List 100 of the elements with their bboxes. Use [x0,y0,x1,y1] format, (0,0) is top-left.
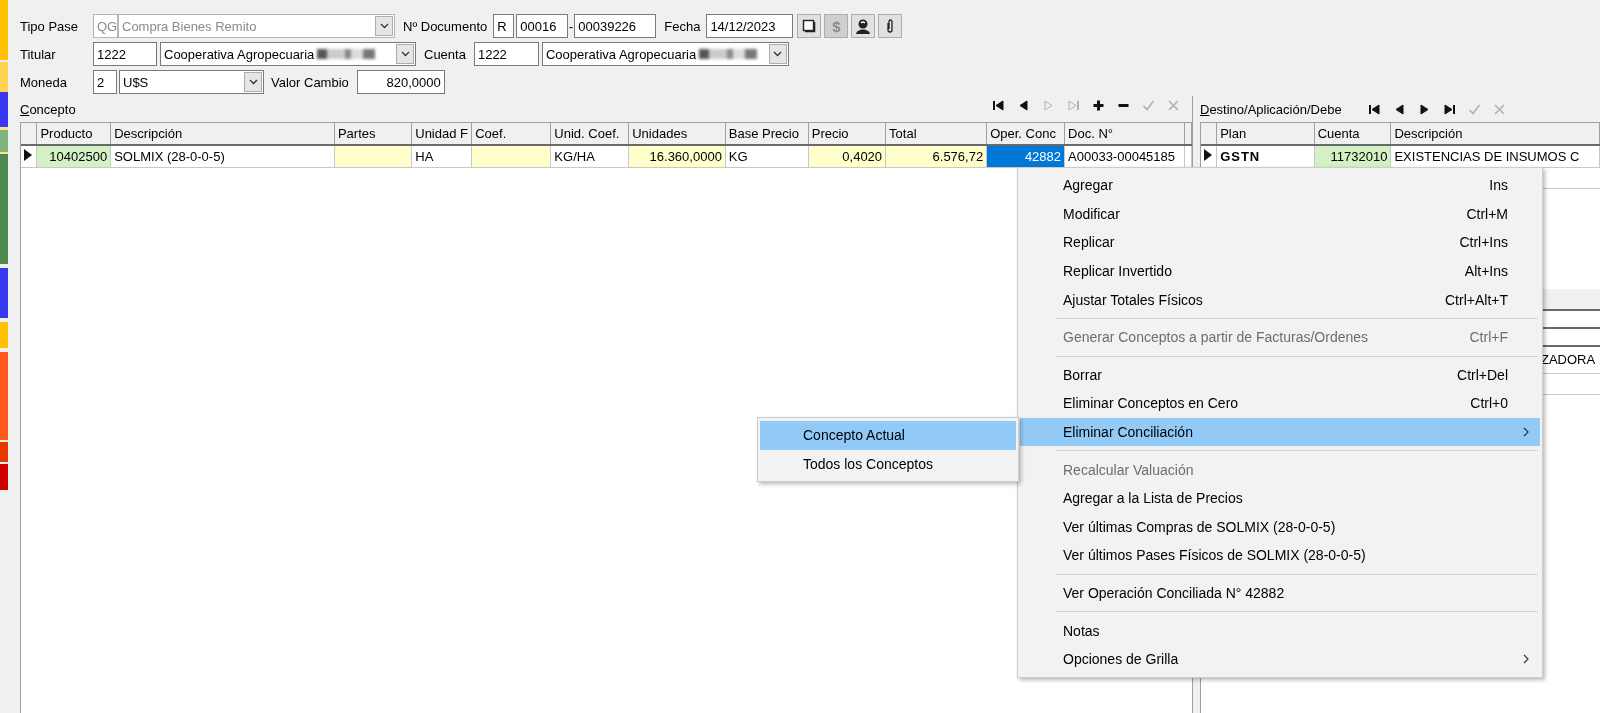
person-icon [855,18,872,34]
column-header[interactable]: Unid. Coef. [550,123,629,145]
menu-item-label: Modificar [1063,205,1120,222]
page-button[interactable] [797,14,822,38]
menu-item[interactable]: Concepto Actual [760,421,1016,450]
attachment-button[interactable] [878,14,903,38]
page-icon [802,19,817,33]
section-title: Destino/Aplicación/Debe [1200,101,1342,117]
dropdown-chevron-icon [248,79,258,85]
menu-item-label: Replicar Invertido [1063,263,1172,280]
menu-item[interactable]: Ver últimas Compras de SOLMIX (28-0-0-5) [1020,512,1540,542]
add-icon[interactable] [1092,98,1105,112]
table-cell: SOLMIX (28-0-0-5) [110,145,335,167]
previous-record-icon[interactable] [1017,98,1030,112]
input-field[interactable]: 1222 [93,42,157,66]
menu-item[interactable]: Todos los Conceptos [760,449,1016,479]
table-cell: KG/HA [550,145,629,167]
column-header[interactable]: Producto [36,123,111,145]
shortcut-text: Ctrl+0 [1469,395,1508,412]
field-label: Titular [20,46,57,62]
field-label: Fecha [664,18,701,34]
field-label: Cuenta [424,46,466,62]
shortcut-text: Alt+Ins [1463,263,1508,280]
field-label: Nº Documento [403,18,488,34]
menu-item-label: Opciones de Grilla [1063,651,1179,668]
column-header[interactable]: Unidad F [411,123,472,145]
section-title: Concepto [20,101,76,117]
column-header[interactable]: Descripción [110,123,335,145]
column-header[interactable]: Partes [334,123,412,145]
menu-item[interactable]: Eliminar Conciliación [1020,417,1540,447]
menu-item-label: Ver últimos Pases Físicos de SOLMIX (28-0-0-5) [1063,547,1366,564]
column-header[interactable]: Doc. N° [1064,123,1185,145]
menu-item-label: Ver Operación Conciliada N° 42882 [1063,585,1285,601]
menu-item-label: Todos los Conceptos [803,455,933,472]
person-button[interactable] [851,14,876,38]
input-field[interactable]: 2 [93,70,117,94]
menu-item[interactable]: Opciones de Grilla [1020,644,1540,674]
menu-item-label: Notas [1063,622,1100,639]
column-header[interactable]: Coef. [471,123,551,145]
shortcut-text: Ctrl+Alt+T [1444,291,1508,308]
menu-item-label: Generar Conceptos a partir de Facturas/Ordenes [1063,329,1369,346]
menu-item[interactable]: Eliminar Conceptos en Cero Ctrl+0 [1020,389,1540,418]
column-header[interactable]: Descripción [1390,123,1600,145]
last-record-icon[interactable] [1442,102,1456,116]
input-field[interactable]: 1222 [473,42,539,66]
dropdown[interactable]: U$S [119,70,264,94]
column-header[interactable]: Unidades [628,123,726,145]
menu-item-label: Agregar [1063,177,1113,194]
menu-item[interactable]: Replicar Invertido Alt+Ins [1020,256,1540,286]
menu-item-label: Replicar [1063,234,1115,251]
column-header[interactable]: Precio [808,123,886,145]
menu-item[interactable]: Borrar Ctrl+Del [1020,360,1540,390]
menu-item[interactable]: Replicar Ctrl+Ins [1020,228,1540,257]
input-field[interactable]: 00039226 [574,14,657,38]
shortcut-text: Ctrl+M [1465,205,1508,222]
menu-item-label: Ajustar Totales Físicos [1063,291,1203,308]
column-header[interactable]: Oper. Conc [986,123,1065,145]
menu-item[interactable]: Ajustar Totales Físicos Ctrl+Alt+T [1020,285,1540,314]
input-field[interactable]: 820,0000 [356,70,445,94]
menu-item-label: Borrar [1063,366,1102,383]
column-header[interactable]: Cuenta [1314,123,1391,145]
menu-item[interactable]: Agregar Ins [1020,171,1540,200]
menu-item-label: Recalcular Valuación [1063,461,1194,478]
field-label: Valor Cambio [271,74,349,90]
blur-patch [699,49,758,59]
column-header[interactable]: Plan [1216,123,1315,145]
menu-item-label: Eliminar Conceptos en Cero [1063,395,1239,412]
dropdown-chevron-icon [400,51,410,57]
menu-item-label: Ver últimas Compras de SOLMIX (28-0-0-5) [1063,518,1336,535]
menu-item[interactable]: Ver Operación Conciliada N° 42882 [1020,578,1540,608]
blur-patch [317,49,376,59]
table-cell: KG [725,145,809,167]
separator-text: - [568,18,575,34]
field-label: Moneda [20,74,68,90]
field-label: Tipo Pase [20,18,80,34]
column-header[interactable]: Base Precio [725,123,809,145]
first-record-icon[interactable] [1367,102,1381,116]
table-cell: HA [411,145,472,167]
next-record-icon[interactable] [1417,102,1431,116]
paperclip-icon [885,18,896,34]
menu-item[interactable]: Notas [1020,616,1540,645]
menu-item-label: Concepto Actual [803,427,905,444]
dropdown[interactable]: Cooperativa Agropecuaria [160,42,416,66]
first-record-icon[interactable] [992,98,1005,112]
shortcut-text: Ctrl+Ins [1458,234,1508,251]
menu-item-label: Agregar a la Lista de Precios [1063,490,1243,507]
menu-item-label: Eliminar Conciliación [1063,424,1193,441]
column-header[interactable]: Total [885,123,987,145]
date-field[interactable]: 14/12/2023 [706,14,794,38]
dropdown[interactable]: Cooperativa Agropecuaria [541,42,789,66]
shortcut-text: Ctrl+Del [1456,366,1508,383]
shortcut-text: Ctrl+F [1468,329,1508,346]
table-cell: ZADORA [1541,352,1596,367]
input-field[interactable]: R [493,14,515,38]
shortcut-text: Ins [1488,177,1508,194]
menu-item[interactable]: Ver últimos Pases Físicos de SOLMIX (28-0-0-5) [1020,541,1540,570]
dropdown-chevron-icon [773,51,783,57]
input-field[interactable]: 00016 [516,14,569,38]
menu-item[interactable]: Modificar Ctrl+M [1020,199,1540,229]
menu-item[interactable]: Agregar a la Lista de Precios [1020,483,1540,513]
